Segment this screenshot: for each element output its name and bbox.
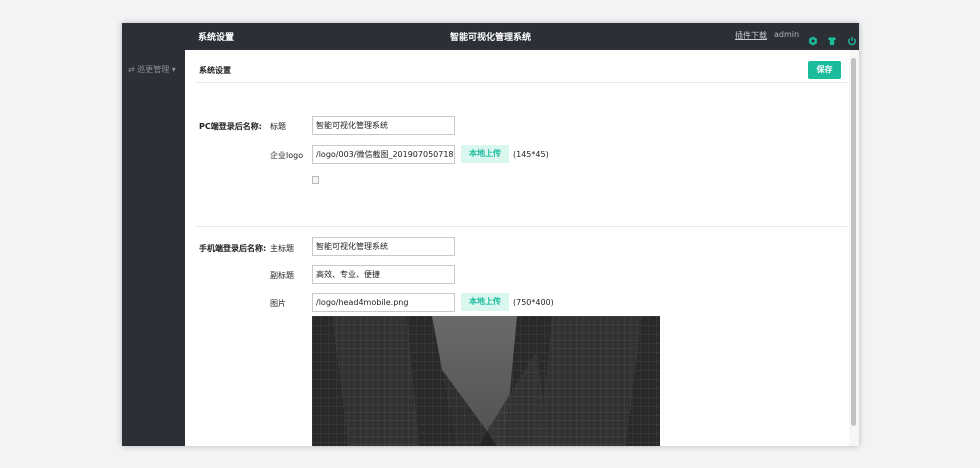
mobile-subtitle-label: 副标题	[270, 271, 294, 280]
mobile-subtitle-input[interactable]: 高效、专业、便捷	[312, 265, 455, 284]
power-icon[interactable]	[847, 31, 857, 46]
sidebar: ⇄ 巡更管理 ▾	[122, 50, 185, 446]
mobile-image-label: 图片	[270, 299, 286, 308]
sidebar-item-patrol[interactable]: ⇄ 巡更管理 ▾	[128, 64, 176, 75]
mobile-image-upload-button[interactable]: 本地上传	[461, 293, 509, 311]
page-title: 系统设置	[199, 66, 231, 75]
pc-title-label: 标题	[270, 122, 286, 131]
pc-logo-path-input[interactable]: /logo/003/微信截图_20190705071827.png	[312, 145, 455, 164]
divider	[195, 82, 847, 83]
settings-icon[interactable]	[808, 31, 818, 46]
scrollbar-thumb[interactable]	[851, 58, 856, 426]
main-content: 系统设置 保存 PC端登录后名称: 标题 智能可视化管理系统 企业logo /l…	[185, 50, 859, 446]
mobile-header-image	[312, 316, 660, 446]
mobile-main-title-input[interactable]: 智能可视化管理系统	[312, 237, 455, 256]
mobile-section-label: 手机端登录后名称:	[199, 244, 267, 253]
mobile-image-size-hint: (750*400)	[513, 298, 554, 307]
pc-logo-upload-button[interactable]: 本地上传	[461, 145, 509, 163]
pc-section-label: PC端登录后名称:	[199, 122, 262, 131]
pc-logo-image-placeholder	[312, 176, 319, 184]
pc-title-input[interactable]: 智能可视化管理系统	[312, 116, 455, 135]
save-button[interactable]: 保存	[808, 61, 841, 79]
divider	[195, 226, 847, 227]
top-bar: 系统设置 智能可视化管理系统 插件下载 admin	[122, 23, 859, 50]
mobile-image-path-input[interactable]: /logo/head4mobile.png	[312, 293, 455, 312]
app-window: 系统设置 智能可视化管理系统 插件下载 admin ⇄ 巡更管理 ▾ 系统设置 …	[122, 23, 859, 446]
pc-logo-size-hint: (145*45)	[513, 150, 549, 159]
shirt-icon[interactable]	[827, 31, 837, 45]
user-name[interactable]: admin	[774, 30, 799, 39]
mobile-main-title-label: 主标题	[270, 244, 294, 253]
pc-logo-label: 企业logo	[270, 151, 304, 160]
plugin-download-link[interactable]: 插件下载	[735, 30, 767, 41]
